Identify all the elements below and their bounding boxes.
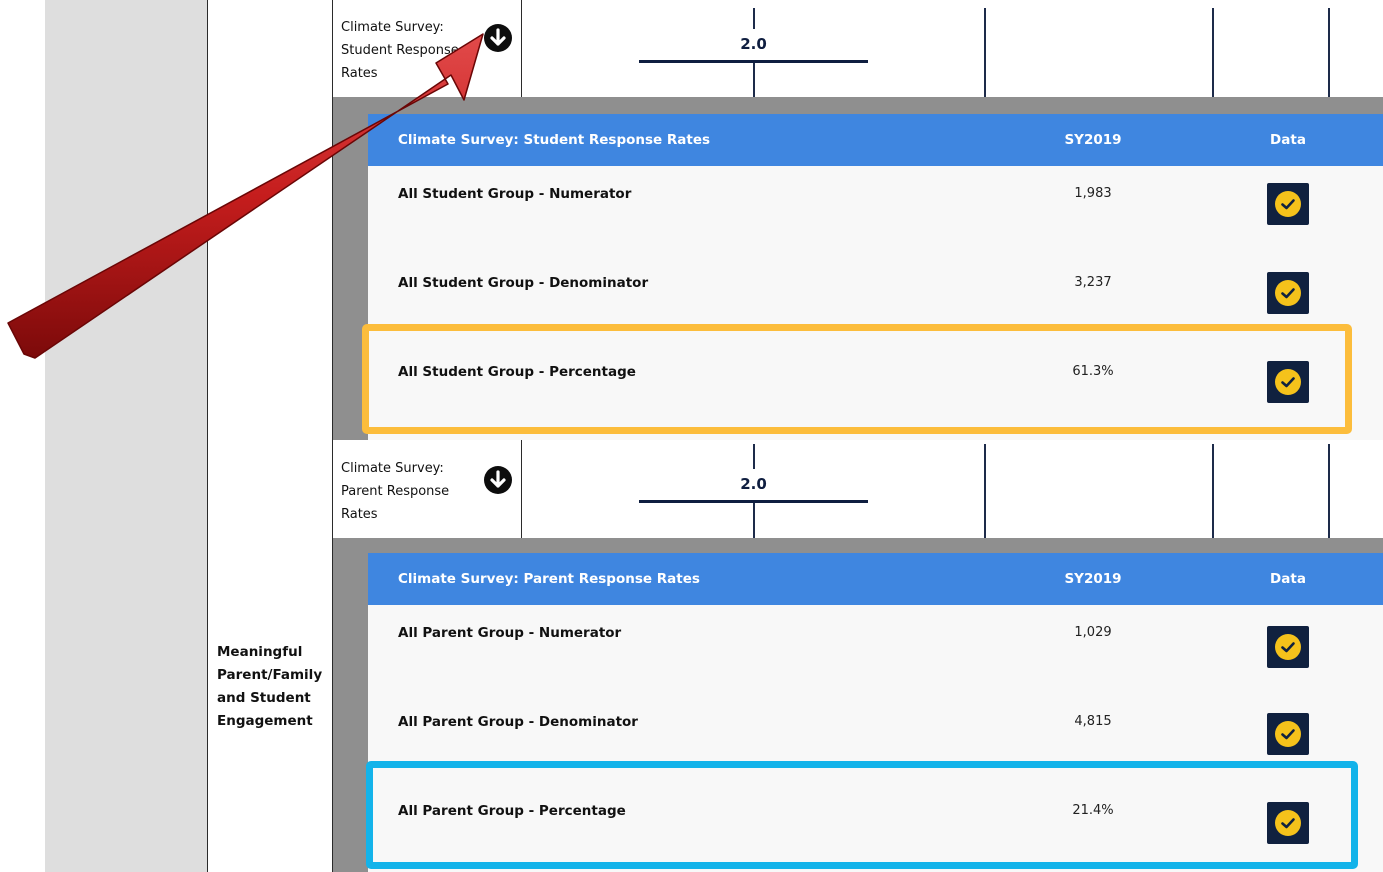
metric-label-line: Parent Response: [341, 484, 450, 499]
check-circle-icon: [1267, 183, 1309, 225]
metric-row: Climate Survey: Parent Response Rates 2.…: [333, 440, 1383, 538]
check-circle-icon: [1267, 713, 1309, 755]
row-value: 1,983: [1074, 186, 1112, 201]
table-header: Climate Survey: Parent Response Rates SY…: [368, 553, 1383, 639]
score-value: 2.0: [639, 29, 868, 63]
row-value: 3,237: [1074, 275, 1112, 290]
highlight-box-blue: [366, 761, 1358, 869]
table-row: All Parent Group - Numerator 1,029: [368, 605, 1383, 695]
row-label: All Parent Group - Numerator: [398, 625, 622, 641]
section-label-line: and Student: [217, 690, 311, 706]
metric-label-line: Rates: [341, 507, 378, 522]
section-label: Meaningful Parent/Family and Student Eng…: [217, 641, 329, 733]
section-label-line: Meaningful: [217, 644, 303, 660]
score-band-divider: [1328, 8, 1330, 97]
score-band-divider: [984, 8, 986, 97]
score-band-divider: [1212, 444, 1214, 538]
score-band-divider: [1212, 8, 1214, 97]
year-header: SY2019: [1064, 132, 1122, 148]
check-circle-icon: [1267, 626, 1309, 668]
row-value: 1,029: [1074, 625, 1112, 640]
section-label-line: Engagement: [217, 713, 313, 729]
year-header: SY2019: [1064, 571, 1122, 587]
metric-label: Climate Survey: Parent Response Rates: [341, 457, 481, 526]
arrow-down-circle-icon[interactable]: [484, 466, 512, 494]
column-divider: [521, 440, 522, 538]
row-value: 4,815: [1074, 714, 1112, 729]
row-label: All Parent Group - Denominator: [398, 714, 638, 730]
red-arrow-annotation: [7, 33, 484, 359]
metric-label-line: Climate Survey:: [341, 461, 444, 476]
section-label-line: Parent/Family: [217, 667, 323, 683]
score-band-divider: [1328, 444, 1330, 538]
score-value: 2.0: [639, 469, 868, 503]
check-circle-icon: [1267, 272, 1309, 314]
score-band-divider: [984, 444, 986, 538]
table-title: Climate Survey: Parent Response Rates: [398, 571, 700, 587]
